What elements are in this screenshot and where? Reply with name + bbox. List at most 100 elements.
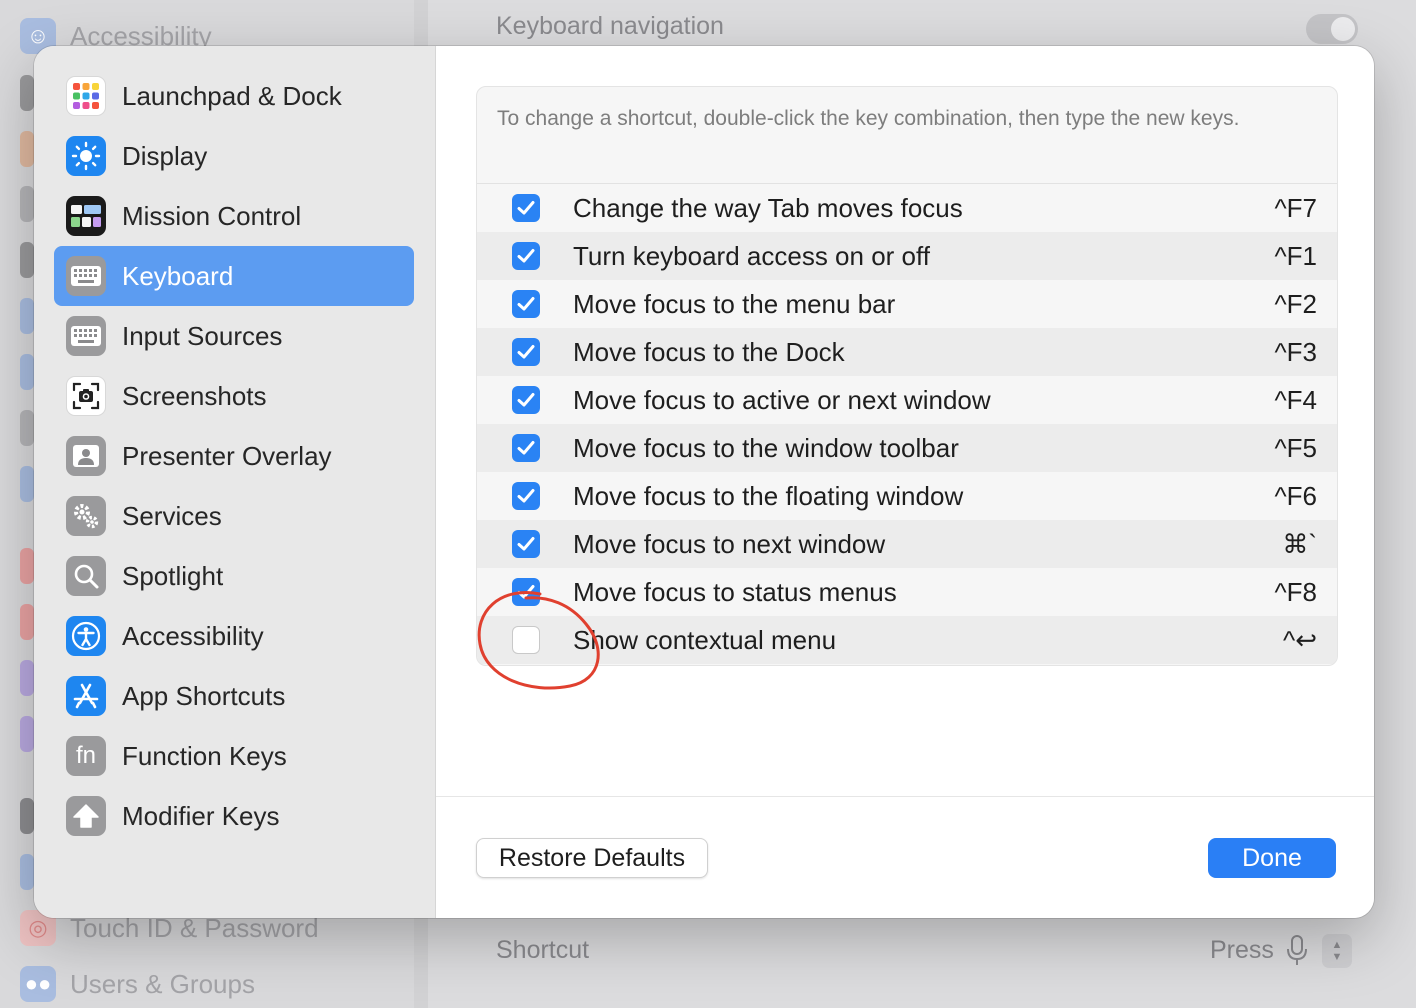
checkmark-icon xyxy=(517,297,535,311)
shortcut-label: Move focus to the floating window xyxy=(573,481,964,511)
shortcut-label: Change the way Tab moves focus xyxy=(573,193,963,223)
shortcut-row[interactable]: Show contextual menu ^↩ xyxy=(477,616,1337,664)
shortcut-key[interactable]: ^F8 xyxy=(1274,577,1317,608)
shortcut-label: Turn keyboard access on or off xyxy=(573,241,930,271)
bg-app-tile xyxy=(20,660,34,696)
shortcut-checkbox[interactable] xyxy=(512,482,540,510)
services-icon xyxy=(66,496,106,536)
sidebar-item-presenter-overlay[interactable]: Presenter Overlay xyxy=(54,426,414,486)
shortcut-label: Move focus to active or next window xyxy=(573,385,991,415)
shortcut-key[interactable]: ^F7 xyxy=(1274,193,1317,224)
bg-app-tile xyxy=(20,604,34,640)
presenter-overlay-icon xyxy=(66,436,106,476)
done-button[interactable]: Done xyxy=(1208,838,1336,878)
shortcut-key[interactable]: ^F4 xyxy=(1274,385,1317,416)
shortcut-row[interactable]: Move focus to next window ⌘` xyxy=(477,520,1337,568)
shortcuts-main-pane: To change a shortcut, double-click the k… xyxy=(436,46,1374,918)
sidebar-item-label: Modifier Keys xyxy=(122,800,280,831)
shortcut-checkbox[interactable] xyxy=(512,338,540,366)
sidebar-item-app-shortcuts[interactable]: App Shortcuts xyxy=(54,666,414,726)
launchpad-icon xyxy=(66,76,106,116)
shortcuts-list: To change a shortcut, double-click the k… xyxy=(476,86,1338,666)
shortcut-checkbox[interactable] xyxy=(512,434,540,462)
shortcut-checkbox[interactable] xyxy=(512,194,540,222)
shortcut-row[interactable]: Move focus to the Dock ^F3 xyxy=(477,328,1337,376)
keyboard-shortcuts-sheet: Launchpad & Dock Display Mission Control… xyxy=(34,46,1374,918)
shortcut-label: Move focus to the Dock xyxy=(573,337,845,367)
sidebar-item-label: Launchpad & Dock xyxy=(122,80,342,111)
sidebar-item-function-keys[interactable]: fn Function Keys xyxy=(54,726,414,786)
sidebar-item-mission-control[interactable]: Mission Control xyxy=(54,186,414,246)
shortcut-checkbox[interactable] xyxy=(512,242,540,270)
users-icon: ●● xyxy=(20,966,56,1002)
sidebar-item-services[interactable]: Services xyxy=(54,486,414,546)
shortcut-key[interactable]: ^↩ xyxy=(1283,625,1317,656)
shortcut-row[interactable]: Move focus to the window toolbar ^F5 xyxy=(477,424,1337,472)
shortcut-row[interactable]: Move focus to status menus ^F8 xyxy=(477,568,1337,616)
bg-app-tile xyxy=(20,716,34,752)
sidebar-item-label: Function Keys xyxy=(122,740,287,771)
shortcut-row[interactable]: Change the way Tab moves focus ^F7 xyxy=(477,184,1337,232)
sidebar-item-label: Mission Control xyxy=(122,200,302,231)
bg-app-tile xyxy=(20,298,34,334)
sidebar-item-accessibility[interactable]: Accessibility xyxy=(54,606,414,666)
screenshots-icon xyxy=(66,376,106,416)
shortcut-checkbox[interactable] xyxy=(512,386,540,414)
shortcut-key[interactable]: ^F1 xyxy=(1274,241,1317,272)
sidebar-item-label: App Shortcuts xyxy=(122,680,286,711)
shortcut-key[interactable]: ^F3 xyxy=(1274,337,1317,368)
divider xyxy=(436,796,1374,797)
checkmark-icon xyxy=(517,201,535,215)
accessibility-icon xyxy=(66,616,106,656)
restore-defaults-button[interactable]: Restore Defaults xyxy=(476,838,708,878)
sidebar-item-screenshots[interactable]: Screenshots xyxy=(54,366,414,426)
bg-app-tile xyxy=(20,410,34,446)
bg-sidebar-label: Users & Groups xyxy=(70,968,255,999)
bg-sidebar-item-users: ●● Users & Groups xyxy=(20,966,255,1002)
sidebar-item-label: Keyboard xyxy=(122,260,234,291)
shortcut-checkbox[interactable] xyxy=(512,626,540,654)
sidebar-item-launchpad-dock[interactable]: Launchpad & Dock xyxy=(54,66,414,126)
checkmark-icon xyxy=(517,393,535,407)
shortcut-checkbox[interactable] xyxy=(512,578,540,606)
sidebar-item-label: Input Sources xyxy=(122,320,283,351)
shortcut-checkbox[interactable] xyxy=(512,290,540,318)
shortcuts-sidebar: Launchpad & Dock Display Mission Control… xyxy=(34,46,436,918)
checkmark-icon xyxy=(517,537,535,551)
sidebar-item-display[interactable]: Display xyxy=(54,126,414,186)
sidebar-item-spotlight[interactable]: Spotlight xyxy=(54,546,414,606)
sidebar-item-input-sources[interactable]: Input Sources xyxy=(54,306,414,366)
shortcut-label: Move focus to the window toolbar xyxy=(573,433,959,463)
checkmark-icon xyxy=(517,441,535,455)
shortcut-label: Move focus to status menus xyxy=(573,577,897,607)
sidebar-item-keyboard[interactable]: Keyboard xyxy=(54,246,414,306)
checkmark-icon xyxy=(517,345,535,359)
bg-app-tile xyxy=(20,466,34,502)
spotlight-icon xyxy=(66,556,106,596)
chevron-up-icon: ▲ xyxy=(1331,939,1343,951)
shortcut-key[interactable]: ^F5 xyxy=(1274,433,1317,464)
modifier-keys-icon xyxy=(66,796,106,836)
chevron-down-icon: ▼ xyxy=(1331,951,1343,963)
shortcut-row[interactable]: Move focus to the menu bar ^F2 xyxy=(477,280,1337,328)
shortcut-key[interactable]: ^F6 xyxy=(1274,481,1317,512)
sidebar-item-modifier-keys[interactable]: Modifier Keys xyxy=(54,786,414,846)
shortcut-checkbox[interactable] xyxy=(512,530,540,558)
function-keys-icon: fn xyxy=(66,736,106,776)
bg-app-tile xyxy=(20,798,34,834)
bg-keyboard-navigation-label: Keyboard navigation xyxy=(496,12,724,40)
shortcut-key[interactable]: ^F2 xyxy=(1274,289,1317,320)
display-icon xyxy=(66,136,106,176)
shortcut-row[interactable]: Move focus to active or next window ^F4 xyxy=(477,376,1337,424)
instructions-text: To change a shortcut, double-click the k… xyxy=(497,107,1240,130)
shortcut-key[interactable]: ⌘` xyxy=(1282,529,1317,560)
shortcut-row[interactable]: Move focus to the floating window ^F6 xyxy=(477,472,1337,520)
shortcut-label: Show contextual menu xyxy=(573,625,837,655)
keyboard-icon xyxy=(66,256,106,296)
shortcut-label: Move focus to the menu bar xyxy=(573,289,896,319)
sidebar-item-label: Spotlight xyxy=(122,560,224,591)
sidebar-item-label: Accessibility xyxy=(122,620,264,651)
bg-app-tile xyxy=(20,548,34,584)
shortcut-row[interactable]: Turn keyboard access on or off ^F1 xyxy=(477,232,1337,280)
bg-app-tile xyxy=(20,75,34,111)
